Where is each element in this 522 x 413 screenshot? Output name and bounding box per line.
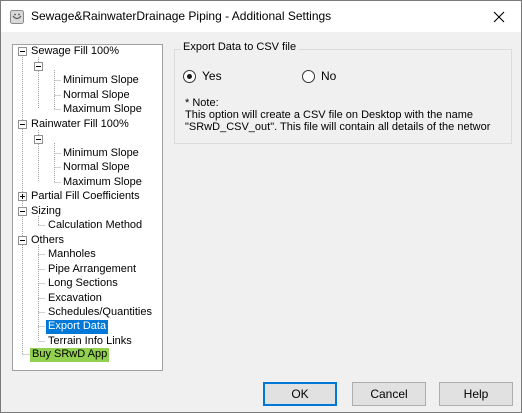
tree-node-sewage-minimum-slope[interactable]: Minimum Slope	[61, 74, 141, 88]
tree-node-sewage-normal-slope[interactable]: Normal Slope	[61, 89, 132, 103]
app-icon	[10, 10, 24, 24]
export-yes-label: Yes	[202, 69, 222, 83]
export-note: * Note: This option will create a CSV fi…	[185, 97, 490, 133]
note-title: * Note:	[185, 97, 219, 109]
window-title: Sewage&RainwaterDrainage Piping - Additi…	[31, 9, 332, 23]
tree-node-calculation-method[interactable]: Calculation Method	[46, 219, 144, 233]
export-no-label: No	[321, 69, 337, 83]
tree-node-others[interactable]: Others	[29, 234, 66, 248]
tree-node-long-sections[interactable]: Long Sections	[46, 277, 120, 291]
tree-node-schedules-quantities[interactable]: Schedules/Quantities	[46, 306, 154, 320]
ok-button[interactable]: OK	[263, 382, 337, 406]
close-button[interactable]	[476, 1, 521, 32]
tree-node-sewage-maximum-slope[interactable]: Maximum Slope	[61, 103, 144, 117]
settings-tree[interactable]: Sewage Fill 100% Minimum Slope Normal Sl…	[12, 44, 163, 371]
tree-node-partial-fill-coefficients[interactable]: Partial Fill Coefficients	[29, 190, 142, 204]
partial-fill-expand-toggle[interactable]	[18, 192, 27, 201]
sewage-sub-collapse-toggle[interactable]	[34, 62, 43, 71]
tree-node-excavation[interactable]: Excavation	[46, 292, 104, 306]
rainwater-collapse-toggle[interactable]	[18, 120, 27, 129]
rainwater-sub-collapse-toggle[interactable]	[34, 135, 43, 144]
tree-node-manholes[interactable]: Manholes	[46, 248, 98, 262]
close-icon	[493, 11, 504, 22]
title-bar: Sewage&RainwaterDrainage Piping - Additi…	[1, 1, 521, 32]
tree-node-export-data[interactable]: Export Data	[46, 320, 109, 334]
tree-node-buy-app[interactable]: Buy SRwD App	[30, 348, 110, 362]
note-line-1: This option will create a CSV file on De…	[185, 109, 473, 121]
tree-node-rainwater-maximum-slope[interactable]: Maximum Slope	[61, 176, 144, 190]
export-yes-radio[interactable]: Yes	[183, 69, 222, 83]
tree-node-rainwater-minimum-slope[interactable]: Minimum Slope	[61, 147, 141, 161]
others-collapse-toggle[interactable]	[18, 236, 27, 245]
radio-unchecked-indicator	[302, 69, 315, 83]
tree-node-rainwater-fill[interactable]: Rainwater Fill 100%	[29, 118, 131, 132]
export-no-radio[interactable]: No	[302, 69, 336, 83]
tree-node-rainwater-normal-slope[interactable]: Normal Slope	[61, 161, 132, 175]
tree-node-terrain-info-links[interactable]: Terrain Info Links	[46, 335, 134, 349]
tree-node-sizing[interactable]: Sizing	[29, 205, 63, 219]
note-line-2: "SRwD_CSV_out". This file will contain a…	[185, 121, 491, 133]
cancel-button[interactable]: Cancel	[352, 382, 426, 406]
export-csv-group-title: Export Data to CSV file	[181, 41, 299, 53]
sewage-collapse-toggle[interactable]	[18, 47, 27, 56]
tree-node-sewage-fill[interactable]: Sewage Fill 100%	[29, 45, 121, 59]
radio-checked-indicator	[183, 69, 196, 83]
dialog-window: Sewage&RainwaterDrainage Piping - Additi…	[0, 0, 522, 413]
help-button[interactable]: Help	[439, 382, 513, 406]
tree-node-pipe-arrangement[interactable]: Pipe Arrangement	[46, 263, 138, 277]
sizing-collapse-toggle[interactable]	[18, 207, 27, 216]
